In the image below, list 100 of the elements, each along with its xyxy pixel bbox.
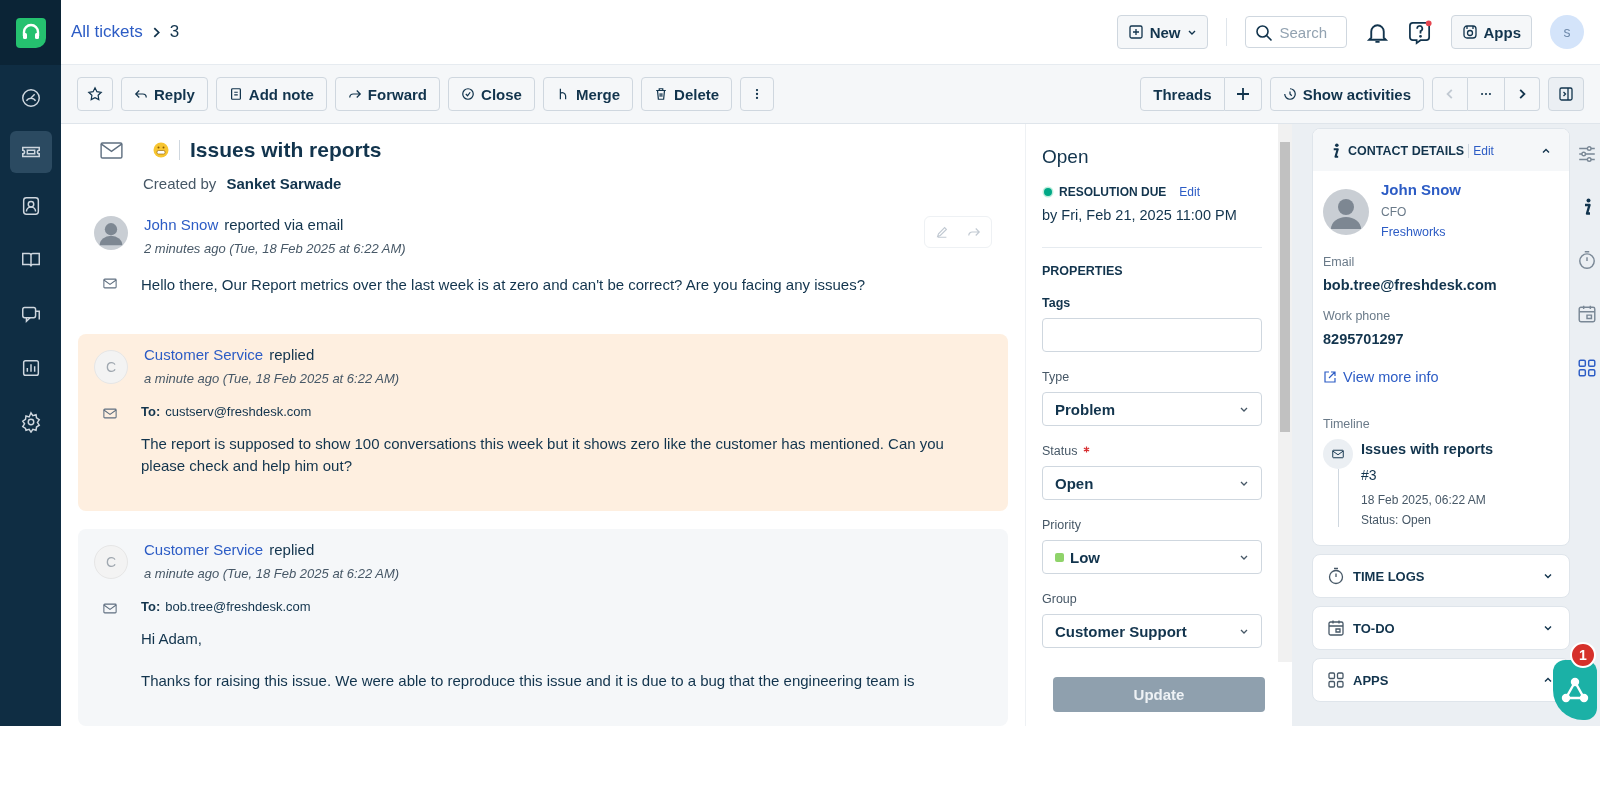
timeline-date: 18 Feb 2025, 06:22 AM [1361, 493, 1487, 507]
external-link-icon [1323, 370, 1337, 384]
edit-link[interactable]: Edit [1473, 144, 1494, 158]
message-text: Hello there, Our Report metrics over the last week is at zero and can't be correct? Are you facing any issues? [141, 275, 867, 295]
timeline-ticket-title[interactable]: Issues with reports [1361, 441, 1494, 457]
forward-button[interactable]: Forward [334, 77, 441, 111]
dropdown-field[interactable]: Open [1042, 466, 1262, 500]
field-label: Status [1042, 444, 1078, 458]
grinning-face-icon [153, 142, 169, 158]
envelope-icon [100, 141, 123, 159]
company-link[interactable]: Freshworks [1381, 225, 1461, 239]
merge-button[interactable]: Merge [542, 77, 634, 111]
help-icon[interactable] [1407, 19, 1433, 45]
search-icon [1254, 24, 1273, 42]
grid-icon[interactable] [1577, 358, 1597, 378]
search-field[interactable]: Search [1244, 16, 1347, 48]
timeline-status: Status: Open [1361, 513, 1433, 527]
author-link[interactable]: Customer Service [144, 541, 264, 558]
assistant-button[interactable] [1553, 660, 1597, 720]
author-link[interactable]: John Snow [144, 216, 219, 233]
person-avatar [1323, 189, 1369, 235]
contact-name-link[interactable]: John Snow [1381, 181, 1461, 198]
field-label: Tags [1042, 296, 1071, 310]
panel-icon [1558, 86, 1574, 102]
message-time: 2 minutes ago (Tue, 18 Feb 2025 at 6:22 AM) [144, 241, 407, 256]
star-button[interactable] [77, 77, 113, 111]
calendar-icon [1327, 619, 1345, 637]
reply-button[interactable]: Reply [121, 77, 208, 111]
author-link[interactable]: Customer Service [144, 346, 264, 363]
stopwatch-icon[interactable] [1577, 250, 1597, 270]
plus-icon [1235, 87, 1250, 101]
show-activities-button[interactable]: Show activities [1269, 77, 1424, 111]
notification-badge: 1 [1570, 642, 1596, 668]
note-button[interactable]: Add note [215, 77, 327, 111]
message-action: replied [269, 541, 315, 558]
message-time: a minute ago (Tue, 18 Feb 2025 at 6:22 AM) [144, 566, 401, 581]
stopwatch-icon [1327, 567, 1345, 585]
panel-title: CONTACT DETAILS [1348, 144, 1465, 158]
author-initial-avatar: C [94, 350, 128, 384]
contact-phone: 8295701297 [1323, 331, 1405, 347]
close-icon [461, 87, 476, 101]
envelope-icon [103, 408, 117, 419]
close-button[interactable]: Close [448, 77, 535, 111]
collapsible-panel[interactable]: TIME LOGS [1312, 554, 1570, 598]
tags-field[interactable] [1042, 318, 1262, 352]
edit-link[interactable]: Edit [1179, 185, 1201, 199]
new-button[interactable]: New [1116, 15, 1208, 49]
envelope-icon [1323, 439, 1353, 469]
add-thread-button[interactable] [1224, 77, 1262, 111]
dropdown-field[interactable]: Problem [1042, 392, 1262, 426]
created-by-label: Created by [143, 175, 217, 192]
to-label: To: [141, 599, 161, 614]
apps-icon [1461, 24, 1478, 40]
sliders-icon[interactable] [1577, 144, 1597, 164]
ticket-number: 3 [169, 22, 180, 42]
field-label: Email [1323, 255, 1356, 269]
plus-square-icon [1127, 24, 1144, 40]
star-icon [87, 86, 103, 102]
message-action: reported via email [224, 216, 344, 233]
apps-button[interactable]: Apps [1450, 15, 1532, 49]
timeline-label: Timeline [1323, 417, 1371, 431]
threads-button[interactable]: Threads [1140, 77, 1225, 111]
recipient-email: bob.tree@freshdesk.com [165, 599, 311, 614]
field-label: Priority [1042, 518, 1081, 532]
grid-icon [1327, 671, 1345, 689]
message-text: The report is supposed to show 100 conversations this week but it shows zero like the customer has mentioned. Can you please check and help him out? [141, 434, 945, 476]
reply-icon [134, 87, 148, 101]
scrollbar[interactable] [1278, 124, 1292, 662]
ticket-title: Issues with reports [190, 138, 382, 162]
dropdown-field[interactable]: Customer Support [1042, 614, 1262, 648]
message-text: Hi Adam, [141, 629, 203, 649]
delete-button[interactable]: Delete [641, 77, 733, 111]
collapsible-panel[interactable]: TO-DO [1312, 606, 1570, 650]
ticket-status: Open [1042, 146, 1090, 168]
info-icon [1331, 143, 1340, 159]
envelope-icon [103, 278, 117, 289]
view-more-link[interactable]: View more info [1323, 369, 1559, 385]
sidebar-toggle-button[interactable] [1548, 77, 1584, 111]
calendar-icon[interactable] [1577, 304, 1597, 324]
required-asterisk-icon [1083, 446, 1091, 453]
field-label: Type [1042, 370, 1070, 384]
person-avatar [94, 216, 128, 250]
status-dot-icon [1042, 186, 1054, 198]
message-action: replied [269, 346, 315, 363]
envelope-icon [103, 603, 117, 614]
ticket-number: #3 [1361, 467, 1378, 483]
message-time: a minute ago (Tue, 18 Feb 2025 at 6:22 AM) [144, 371, 401, 386]
tickets-nav-icon[interactable] [9, 131, 52, 173]
forward-icon [347, 87, 362, 101]
headset-logo[interactable] [13, 15, 48, 50]
recipient-email: custserv@freshdesk.com [165, 404, 312, 419]
dropdown-field[interactable]: Low [1042, 540, 1262, 574]
caret-icon[interactable] [1541, 146, 1551, 156]
sla-label: RESOLUTION DUE [1059, 185, 1167, 199]
clock-icon [1282, 87, 1297, 101]
network-icon [1560, 675, 1590, 705]
info-icon[interactable] [1582, 198, 1592, 216]
author-initial-avatar: C [94, 545, 128, 579]
contact-email: bob.tree@freshdesk.com [1323, 277, 1498, 293]
breadcrumb-link[interactable]: All tickets [71, 22, 143, 42]
